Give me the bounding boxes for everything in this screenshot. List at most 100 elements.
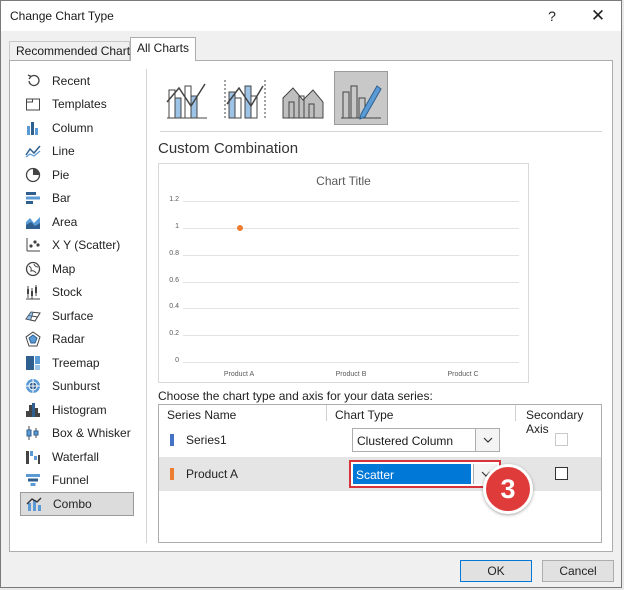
chart-type-label: Radar — [52, 332, 85, 347]
help-button[interactable]: ? — [532, 1, 572, 31]
chart-type-sunburst[interactable]: Sunburst — [20, 375, 140, 399]
chart-type-label: Bar — [52, 191, 71, 206]
chart-type-map[interactable]: Map — [20, 257, 140, 281]
close-icon: ✕ — [590, 6, 606, 25]
secondary-axis-checkbox-series1[interactable] — [555, 433, 568, 446]
combo-chart-icon — [25, 496, 43, 512]
clustered-column-line-icon — [166, 83, 207, 119]
scatter-point[interactable] — [237, 224, 244, 231]
series-color-swatch — [170, 468, 174, 480]
step-number-badge: 3 — [483, 464, 533, 514]
chart-type-line[interactable]: Line — [20, 140, 140, 164]
subtype-stacked-area-clustered-column[interactable] — [276, 71, 330, 125]
chart-type-scatter[interactable]: X Y (Scatter) — [20, 234, 140, 258]
x-tick-label: Product C — [447, 371, 479, 378]
series-prompt: Choose the chart type and axis for your … — [158, 389, 433, 403]
chart-type-treemap[interactable]: Treemap — [20, 351, 140, 375]
chart-type-histogram[interactable]: Histogram — [20, 398, 140, 422]
y-tick-label: 1.2 — [169, 196, 179, 203]
ok-button[interactable]: OK — [460, 560, 532, 582]
help-icon: ? — [548, 8, 556, 24]
chart-type-label: Waterfall — [52, 449, 99, 464]
chart-type-label: Stock — [52, 285, 83, 300]
dialog-title: Change Chart Type — [10, 9, 114, 23]
stacked-area-column-icon — [282, 87, 324, 119]
x-tick-label: Product A — [223, 371, 255, 378]
stock-chart-icon — [24, 284, 42, 300]
chart-type-stock[interactable]: Stock — [20, 281, 140, 305]
secondary-axis-checkbox-product-a[interactable] — [555, 467, 568, 480]
subtype-custom-combination[interactable] — [334, 71, 388, 125]
chart-type-select-product-a[interactable]: Scatter — [349, 460, 501, 488]
histogram-chart-icon — [24, 402, 42, 418]
series-color-swatch — [170, 434, 174, 446]
templates-icon — [24, 96, 42, 112]
y-tick-label: 1 — [175, 222, 179, 230]
chart-preview: Chart Title 0 0.2 0.4 0.6 0.8 1 1.2 Product A Pr… — [158, 163, 529, 383]
y-tick-label: 0.4 — [169, 303, 179, 311]
chart-type-label: Line — [52, 144, 75, 159]
chart-type-label: Funnel — [52, 473, 89, 488]
treemap-chart-icon — [24, 355, 42, 371]
chart-type-box-whisker[interactable]: Box & Whisker — [20, 422, 140, 446]
chart-type-label: Histogram — [52, 402, 107, 417]
tab-recommended-charts[interactable]: Recommended Charts — [9, 41, 136, 61]
chart-type-label: X Y (Scatter) — [52, 238, 121, 253]
box-whisker-chart-icon — [24, 425, 42, 441]
chart-type-waterfall[interactable]: Waterfall — [20, 445, 140, 469]
chart-type-radar[interactable]: Radar — [20, 328, 140, 352]
chart-type-recent[interactable]: Recent — [20, 69, 140, 93]
chart-type-label: Area — [52, 214, 78, 229]
chart-type-label: Box & Whisker — [52, 426, 131, 441]
line-chart-icon — [24, 143, 42, 159]
chart-type-value: Scatter — [356, 468, 395, 482]
header-separator — [515, 405, 516, 421]
chart-type-label: Treemap — [52, 355, 100, 370]
chart-type-surface[interactable]: Surface — [20, 304, 140, 328]
series-name: Product A — [186, 467, 239, 481]
chart-type-label: Pie — [52, 167, 70, 182]
y-tick-label: 0.8 — [169, 249, 179, 257]
chart-type-pie[interactable]: Pie — [20, 163, 140, 187]
series-name: Series1 — [186, 433, 227, 447]
y-tick-label: 0 — [175, 357, 179, 364]
close-button[interactable]: ✕ — [578, 1, 618, 31]
chart-type-label: Column — [52, 120, 94, 135]
custom-combination-icon — [341, 85, 382, 120]
chart-type-selected-value: Scatter — [353, 464, 471, 484]
chart-type-templates[interactable]: Templates — [20, 93, 140, 117]
tab-all-charts[interactable]: All Charts — [130, 37, 196, 61]
chart-type-area[interactable]: Area — [20, 210, 140, 234]
subtype-clustered-column-line[interactable] — [160, 71, 214, 125]
column-chart-icon — [24, 120, 42, 136]
chart-type-funnel[interactable]: Funnel — [20, 469, 140, 493]
radar-chart-icon — [24, 331, 42, 347]
header-separator — [326, 405, 327, 421]
series-row-product-a[interactable]: Product A Scatter — [159, 457, 601, 491]
bar-chart-icon — [24, 190, 42, 206]
section-title: Custom Combination — [158, 140, 299, 157]
chart-type-label: Sunburst — [52, 379, 101, 394]
title-bar: Change Chart Type ? ✕ — [1, 1, 621, 31]
subtype-clustered-column-line-secondary[interactable] — [218, 71, 272, 125]
chart-type-combo[interactable]: Combo — [20, 492, 134, 516]
chart-type-column[interactable]: Column — [20, 116, 140, 140]
waterfall-chart-icon — [24, 449, 42, 465]
y-tick-label: 0.6 — [169, 276, 179, 284]
series-table: Series Name Chart Type Secondary Axis Se… — [158, 404, 602, 543]
chart-type-select-series1[interactable]: Clustered Column — [352, 428, 500, 452]
map-chart-icon — [24, 261, 42, 277]
chart-type-label: Templates — [52, 97, 107, 112]
panel-divider — [146, 69, 147, 543]
chart-type-bar[interactable]: Bar — [20, 187, 140, 211]
series-row-series1[interactable]: Series1 Clustered Column — [159, 423, 601, 457]
cancel-button[interactable]: Cancel — [542, 560, 614, 582]
gridline — [183, 227, 519, 229]
recent-icon — [24, 73, 42, 89]
header-series-name: Series Name — [167, 408, 237, 422]
surface-chart-icon — [24, 308, 42, 324]
area-chart-icon — [24, 214, 42, 230]
chevron-down-icon[interactable] — [475, 429, 499, 451]
chart-type-list: Recent Templates Column Line Pie Bar Area X Y (… — [20, 69, 140, 516]
column-line-secondary-axis-icon — [224, 80, 266, 119]
